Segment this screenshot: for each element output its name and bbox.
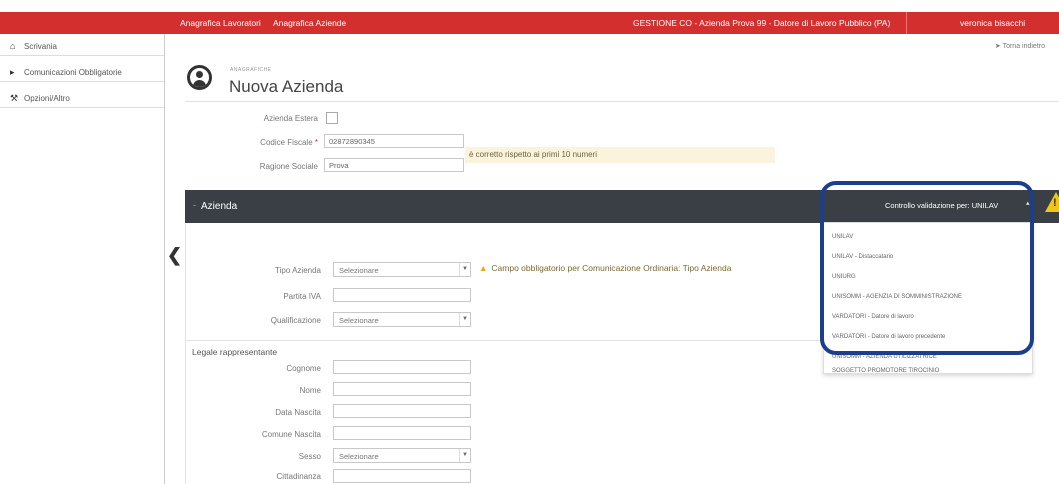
sesso-select[interactable]: Selezionare ▼ [333, 448, 471, 463]
ragione-sociale-input[interactable]: Prova [324, 158, 464, 172]
codice-fiscale-label-text: Codice Fiscale [260, 138, 313, 147]
avatar-head [196, 71, 203, 78]
legale-rappresentante-title: Legale rappresentante [192, 347, 278, 357]
wrench-icon: ⚒ [10, 93, 19, 103]
sidebar-item-label: Opzioni/Altro [24, 94, 70, 103]
warning-icon: ▲ [479, 263, 488, 273]
tipo-azienda-select[interactable]: Selezionare ▼ [333, 262, 471, 277]
nome-input[interactable] [333, 382, 471, 396]
azienda-section-title: Azienda [201, 201, 238, 212]
tipo-azienda-warning-text: Campo obbligatorio per Comunicazione Ord… [491, 263, 732, 273]
home-icon: ⌂ [10, 41, 16, 51]
cognome-input[interactable] [333, 360, 471, 374]
partita-iva-input[interactable] [333, 288, 471, 302]
codice-fiscale-label: Codice Fiscale * [260, 138, 318, 147]
codice-fiscale-input[interactable]: 02872890345 [324, 134, 464, 148]
breadcrumb[interactable]: ANAGRAFICHE [230, 67, 272, 73]
sesso-label: Sesso [298, 452, 321, 461]
codice-fiscale-hint: è corretto rispetto ai primi 10 numeri [465, 147, 775, 163]
back-link[interactable]: ➤ Torna indietro [995, 42, 1045, 50]
cognome-label: Cognome [286, 364, 321, 373]
highlight-annotation [820, 181, 1034, 355]
partita-iva-label: Partita IVA [283, 292, 321, 301]
section-left-border [185, 223, 186, 484]
dropdown-option[interactable]: SOGGETTO PROMOTORE TIROCINIO [832, 368, 939, 374]
user-separator [906, 12, 907, 34]
avatar-body [193, 80, 206, 87]
data-nascita-label: Data Nascita [275, 408, 321, 417]
ragione-sociale-label: Ragione Sociale [259, 162, 318, 171]
sidebar-item-label: Comunicazioni Obbligatorie [24, 68, 122, 77]
comune-nascita-input[interactable] [333, 426, 471, 440]
collapse-icon: - [193, 200, 196, 210]
chevron-down-icon: ▼ [459, 263, 470, 276]
chevron-down-icon: ▼ [459, 313, 470, 326]
tipo-azienda-value: Selezionare [339, 266, 379, 275]
back-link-label: Torna indietro [1002, 43, 1045, 50]
cittadinanza-input[interactable] [333, 469, 471, 483]
azienda-estera-label: Azienda Estera [263, 114, 318, 123]
header-divider [185, 101, 1059, 102]
tipo-azienda-warning: ▲ Campo obbligatorio per Comunicazione Or… [479, 263, 731, 273]
tipo-azienda-label: Tipo Azienda [275, 266, 321, 275]
nav-anagrafica-lavoratori[interactable]: Anagrafica Lavoratori [180, 18, 261, 28]
qualificazione-label: Qualificazione [270, 316, 321, 325]
cittadinanza-label: Cittadinanza [276, 472, 321, 481]
sidebar-item-opzioni[interactable]: ⚒ Opzioni/Altro [0, 88, 164, 108]
section-divider [185, 340, 823, 341]
qualificazione-value: Selezionare [339, 316, 379, 325]
sesso-value: Selezionare [339, 452, 379, 461]
sidebar: ⌂ Scrivania ▸ Comunicazioni Obbligatorie… [0, 34, 165, 484]
azienda-estera-checkbox[interactable] [326, 112, 338, 124]
warning-triangle-icon: ! [1045, 192, 1059, 212]
sidebar-item-comunicazioni[interactable]: ▸ Comunicazioni Obbligatorie [0, 62, 164, 82]
sidebar-item-scrivania[interactable]: ⌂ Scrivania [0, 36, 164, 56]
sidebar-item-label: Scrivania [24, 42, 57, 51]
nome-label: Nome [299, 386, 321, 395]
nav-anagrafica-aziende[interactable]: Anagrafica Aziende [273, 18, 346, 28]
collapse-sidebar-chevron-icon[interactable]: ❮ [167, 245, 182, 265]
page-title: Nuova Azienda [229, 77, 344, 96]
user-avatar-icon [187, 65, 212, 90]
chevron-down-icon: ▼ [459, 449, 470, 462]
required-marker: * [314, 138, 318, 147]
data-nascita-input[interactable] [333, 404, 471, 418]
comune-nascita-label: Comune Nascita [261, 430, 321, 439]
qualificazione-select[interactable]: Selezionare ▼ [333, 312, 471, 327]
top-bar: Anagrafica Lavoratori Anagrafica Aziende… [0, 12, 1059, 34]
context-label: GESTIONE CO - Azienda Prova 99 - Datore … [633, 18, 891, 28]
megaphone-icon: ▸ [10, 67, 15, 77]
user-menu[interactable]: veronica bisacchi [960, 18, 1025, 28]
